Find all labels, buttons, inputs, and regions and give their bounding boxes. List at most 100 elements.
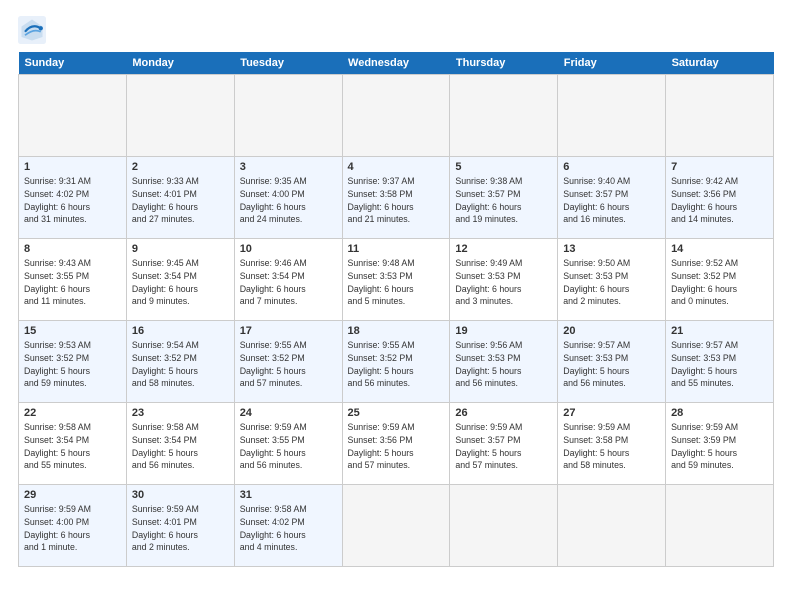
day-number: 22 — [24, 407, 121, 419]
day-number: 24 — [240, 407, 337, 419]
day-cell: 10 Sunrise: 9:46 AM Sunset: 3:54 PM Dayli… — [234, 239, 342, 321]
day-info: Sunrise: 9:59 AM Sunset: 3:55 PM Dayligh… — [240, 421, 337, 472]
day-cell: 6 Sunrise: 9:40 AM Sunset: 3:57 PM Daylig… — [558, 157, 666, 239]
day-cell: 9 Sunrise: 9:45 AM Sunset: 3:54 PM Daylig… — [126, 239, 234, 321]
day-number: 27 — [563, 407, 660, 419]
week-row-6: 29Sunrise: 9:59 AM Sunset: 4:00 PM Dayli… — [19, 485, 774, 567]
day-info: Sunrise: 9:46 AM Sunset: 3:54 PM Dayligh… — [240, 257, 337, 308]
day-number: 13 — [563, 243, 660, 255]
day-cell — [666, 485, 774, 567]
day-cell — [666, 75, 774, 157]
day-number: 16 — [132, 325, 229, 337]
day-number: 1 — [24, 161, 121, 173]
day-info: Sunrise: 9:40 AM Sunset: 3:57 PM Dayligh… — [563, 175, 660, 226]
day-info: Sunrise: 9:43 AM Sunset: 3:55 PM Dayligh… — [24, 257, 121, 308]
day-cell: 11Sunrise: 9:48 AM Sunset: 3:53 PM Dayli… — [342, 239, 450, 321]
col-header-sunday: Sunday — [19, 52, 127, 75]
day-cell: 17 Sunrise: 9:55 AM Sunset: 3:52 PM Dayli… — [234, 321, 342, 403]
week-row-4: 15 Sunrise: 9:53 AM Sunset: 3:52 PM Dayli… — [19, 321, 774, 403]
day-number: 23 — [132, 407, 229, 419]
day-number: 15 — [24, 325, 121, 337]
day-number: 17 — [240, 325, 337, 337]
day-cell — [558, 75, 666, 157]
day-cell: 21 Sunrise: 9:57 AM Sunset: 3:53 PM Dayli… — [666, 321, 774, 403]
day-info: Sunrise: 9:37 AM Sunset: 3:58 PM Dayligh… — [348, 175, 445, 226]
col-header-monday: Monday — [126, 52, 234, 75]
day-cell: 14 Sunrise: 9:52 AM Sunset: 3:52 PM Dayli… — [666, 239, 774, 321]
calendar-table: SundayMondayTuesdayWednesdayThursdayFrid… — [18, 52, 774, 567]
day-info: Sunrise: 9:59 AM Sunset: 3:58 PM Dayligh… — [563, 421, 660, 472]
day-cell: 5 Sunrise: 9:38 AM Sunset: 3:57 PM Daylig… — [450, 157, 558, 239]
day-info: Sunrise: 9:57 AM Sunset: 3:53 PM Dayligh… — [671, 339, 768, 390]
day-number: 31 — [240, 489, 337, 501]
day-info: Sunrise: 9:55 AM Sunset: 3:52 PM Dayligh… — [348, 339, 445, 390]
day-number: 10 — [240, 243, 337, 255]
day-cell — [126, 75, 234, 157]
day-number: 3 — [240, 161, 337, 173]
day-number: 25 — [348, 407, 445, 419]
day-number: 29 — [24, 489, 121, 501]
week-row-3: 8 Sunrise: 9:43 AM Sunset: 3:55 PM Daylig… — [19, 239, 774, 321]
day-cell — [558, 485, 666, 567]
day-cell — [234, 75, 342, 157]
day-info: Sunrise: 9:38 AM Sunset: 3:57 PM Dayligh… — [455, 175, 552, 226]
day-number: 12 — [455, 243, 552, 255]
day-cell: 30Sunrise: 9:59 AM Sunset: 4:01 PM Dayli… — [126, 485, 234, 567]
day-info: Sunrise: 9:42 AM Sunset: 3:56 PM Dayligh… — [671, 175, 768, 226]
page: SundayMondayTuesdayWednesdayThursdayFrid… — [0, 0, 792, 612]
day-cell: 26Sunrise: 9:59 AM Sunset: 3:57 PM Dayli… — [450, 403, 558, 485]
day-info: Sunrise: 9:35 AM Sunset: 4:00 PM Dayligh… — [240, 175, 337, 226]
day-info: Sunrise: 9:33 AM Sunset: 4:01 PM Dayligh… — [132, 175, 229, 226]
header — [18, 16, 774, 44]
day-info: Sunrise: 9:57 AM Sunset: 3:53 PM Dayligh… — [563, 339, 660, 390]
day-number: 7 — [671, 161, 768, 173]
day-cell: 18 Sunrise: 9:55 AM Sunset: 3:52 PM Dayli… — [342, 321, 450, 403]
col-header-tuesday: Tuesday — [234, 52, 342, 75]
day-cell: 4 Sunrise: 9:37 AM Sunset: 3:58 PM Daylig… — [342, 157, 450, 239]
day-cell — [450, 485, 558, 567]
day-info: Sunrise: 9:58 AM Sunset: 4:02 PM Dayligh… — [240, 503, 337, 554]
day-cell: 19 Sunrise: 9:56 AM Sunset: 3:53 PM Dayli… — [450, 321, 558, 403]
day-cell — [342, 75, 450, 157]
logo — [18, 16, 50, 44]
day-number: 14 — [671, 243, 768, 255]
day-info: Sunrise: 9:56 AM Sunset: 3:53 PM Dayligh… — [455, 339, 552, 390]
day-number: 9 — [132, 243, 229, 255]
day-info: Sunrise: 9:50 AM Sunset: 3:53 PM Dayligh… — [563, 257, 660, 308]
day-cell: 22 Sunrise: 9:58 AM Sunset: 3:54 PM Dayli… — [19, 403, 127, 485]
col-header-wednesday: Wednesday — [342, 52, 450, 75]
day-number: 18 — [348, 325, 445, 337]
day-info: Sunrise: 9:45 AM Sunset: 3:54 PM Dayligh… — [132, 257, 229, 308]
day-number: 8 — [24, 243, 121, 255]
day-number: 5 — [455, 161, 552, 173]
day-cell: 7 Sunrise: 9:42 AM Sunset: 3:56 PM Daylig… — [666, 157, 774, 239]
week-row-2: 1Sunrise: 9:31 AM Sunset: 4:02 PM Daylig… — [19, 157, 774, 239]
day-cell: 25Sunrise: 9:59 AM Sunset: 3:56 PM Dayli… — [342, 403, 450, 485]
day-cell: 1Sunrise: 9:31 AM Sunset: 4:02 PM Daylig… — [19, 157, 127, 239]
day-info: Sunrise: 9:55 AM Sunset: 3:52 PM Dayligh… — [240, 339, 337, 390]
week-row-5: 22 Sunrise: 9:58 AM Sunset: 3:54 PM Dayli… — [19, 403, 774, 485]
day-info: Sunrise: 9:52 AM Sunset: 3:52 PM Dayligh… — [671, 257, 768, 308]
day-number: 28 — [671, 407, 768, 419]
day-cell — [450, 75, 558, 157]
day-info: Sunrise: 9:58 AM Sunset: 3:54 PM Dayligh… — [24, 421, 121, 472]
day-number: 21 — [671, 325, 768, 337]
col-header-friday: Friday — [558, 52, 666, 75]
day-cell: 23 Sunrise: 9:58 AM Sunset: 3:54 PM Dayli… — [126, 403, 234, 485]
day-info: Sunrise: 9:53 AM Sunset: 3:52 PM Dayligh… — [24, 339, 121, 390]
day-cell: 20 Sunrise: 9:57 AM Sunset: 3:53 PM Dayli… — [558, 321, 666, 403]
col-header-saturday: Saturday — [666, 52, 774, 75]
day-cell: 31 Sunrise: 9:58 AM Sunset: 4:02 PM Dayli… — [234, 485, 342, 567]
day-number: 20 — [563, 325, 660, 337]
day-number: 30 — [132, 489, 229, 501]
day-info: Sunrise: 9:59 AM Sunset: 3:59 PM Dayligh… — [671, 421, 768, 472]
day-cell: 2Sunrise: 9:33 AM Sunset: 4:01 PM Daylig… — [126, 157, 234, 239]
day-cell — [342, 485, 450, 567]
day-cell: 28 Sunrise: 9:59 AM Sunset: 3:59 PM Dayli… — [666, 403, 774, 485]
day-number: 19 — [455, 325, 552, 337]
day-info: Sunrise: 9:58 AM Sunset: 3:54 PM Dayligh… — [132, 421, 229, 472]
day-cell: 29Sunrise: 9:59 AM Sunset: 4:00 PM Dayli… — [19, 485, 127, 567]
day-number: 6 — [563, 161, 660, 173]
day-cell — [19, 75, 127, 157]
day-number: 4 — [348, 161, 445, 173]
